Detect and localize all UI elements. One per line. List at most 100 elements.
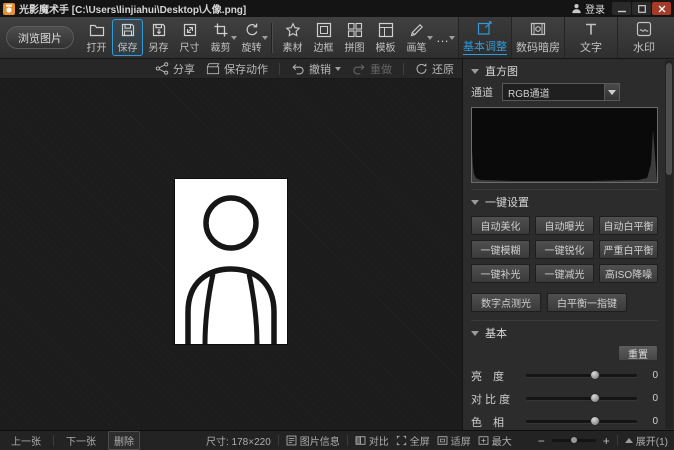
tool-open[interactable]: 打开 — [81, 19, 112, 56]
restore-label: 还原 — [432, 63, 454, 76]
high-iso-denoise-button[interactable]: 高ISO降噪 — [599, 264, 658, 283]
channel-select[interactable]: RGB通道 — [502, 83, 620, 101]
share-button[interactable]: 分享 — [155, 61, 195, 77]
channel-label: 通道 — [471, 87, 493, 99]
scrollbar-thumb[interactable] — [666, 63, 672, 175]
delete-button[interactable]: 删除 — [108, 431, 140, 450]
slider-thumb[interactable] — [590, 416, 601, 426]
brightness-slider[interactable] — [526, 370, 637, 380]
browse-images-button[interactable]: 浏览图片 — [6, 26, 74, 49]
hue-slider[interactable] — [526, 416, 637, 426]
zoom-slider-thumb[interactable] — [570, 436, 579, 444]
brightness-label: 亮 度 — [471, 370, 504, 383]
minimize-button[interactable] — [612, 2, 631, 15]
tab-basic-adjust[interactable]: 基本调整 — [458, 17, 511, 58]
tool-label: 素材 — [282, 43, 303, 54]
auto-white-balance-button[interactable]: 自动白平衡 — [599, 216, 658, 235]
info-icon — [286, 435, 297, 446]
tool-crop[interactable]: 裁剪 — [205, 19, 237, 56]
toolbar-separator — [271, 22, 273, 53]
brightness-slider-row: 亮 度 0 — [471, 364, 658, 387]
tool-save-as[interactable]: 另存 — [143, 19, 174, 56]
chevron-down-icon[interactable] — [262, 36, 268, 43]
oneclick-blur-button[interactable]: 一键模糊 — [471, 240, 530, 259]
tool-material[interactable]: 素材 — [277, 19, 308, 56]
chevron-down-icon[interactable] — [604, 84, 619, 100]
app-window: 光影魔术手 [C:\Users\linjiahui\Desktop\人像.png… — [0, 0, 674, 450]
oneclick-sharpen-button[interactable]: 一键锐化 — [535, 240, 594, 259]
tab-darkroom[interactable]: 数码暗房 — [511, 17, 564, 58]
oneclick-section-header[interactable]: 一键设置 — [471, 191, 658, 213]
tool-label: 画笔 — [406, 43, 427, 54]
chevron-down-icon[interactable] — [335, 66, 341, 74]
tab-label: 水印 — [633, 41, 655, 54]
fit-screen-icon — [437, 435, 448, 446]
tool-brush[interactable]: 画笔 — [401, 19, 433, 56]
watermark-icon — [636, 21, 652, 37]
close-button[interactable] — [652, 2, 671, 15]
compare-button[interactable]: 对比 — [355, 433, 389, 448]
actual-size-button[interactable]: 最大 — [478, 433, 512, 448]
person-placeholder-icon — [175, 179, 287, 344]
zoom-in-button[interactable]: + — [603, 435, 610, 447]
contrast-slider[interactable] — [526, 393, 637, 403]
tool-resize[interactable]: 尺寸 — [174, 19, 205, 56]
zoom-out-button[interactable]: − — [538, 435, 545, 447]
oneclick-dim-light-button[interactable]: 一键减光 — [535, 264, 594, 283]
chevron-down-icon[interactable] — [449, 36, 455, 43]
tool-collage[interactable]: 拼图 — [339, 19, 370, 56]
oneclick-fill-light-button[interactable]: 一键补光 — [471, 264, 530, 283]
image-info-button[interactable]: 图片信息 — [286, 433, 340, 448]
histogram-section-header[interactable]: 直方图 — [471, 60, 658, 82]
more-icon: … — [436, 29, 450, 45]
separator — [616, 435, 618, 446]
fit-screen-label: 适屏 — [450, 437, 471, 448]
tool-frame[interactable]: 边框 — [308, 19, 339, 56]
tool-rotate[interactable]: 旋转 — [236, 19, 268, 56]
basic-section-header[interactable]: 基本 — [471, 322, 658, 344]
previous-image-button[interactable]: 上一张 — [6, 432, 46, 449]
photo-portrait[interactable] — [175, 179, 287, 344]
restore-button[interactable]: 还原 — [415, 61, 454, 77]
fit-screen-button[interactable]: 适屏 — [437, 433, 471, 448]
text-icon — [583, 21, 599, 37]
white-balance-one-key-button[interactable]: 白平衡一指键 — [547, 293, 627, 312]
tool-template[interactable]: 模板 — [370, 19, 401, 56]
redo-button[interactable]: 重做 — [352, 61, 392, 77]
tool-label: 尺寸 — [179, 43, 200, 54]
tab-watermark[interactable]: 水印 — [617, 17, 670, 58]
folder-open-icon — [89, 21, 105, 38]
save-action-button[interactable]: 保存动作 — [206, 61, 268, 77]
next-image-button[interactable]: 下一张 — [61, 432, 101, 449]
login-button[interactable]: 登录 — [571, 1, 605, 16]
save-icon — [120, 21, 136, 38]
frame-icon — [316, 21, 332, 38]
fullscreen-button[interactable]: 全屏 — [396, 433, 430, 448]
collapse-triangle-icon — [471, 199, 479, 205]
expand-panel-button[interactable]: 展开(1) — [624, 433, 668, 448]
tool-label: 旋转 — [241, 43, 262, 54]
slider-thumb[interactable] — [590, 393, 601, 403]
tool-save[interactable]: 保存 — [112, 19, 143, 56]
auto-exposure-button[interactable]: 自动曝光 — [535, 216, 594, 235]
tool-label: 裁剪 — [210, 43, 231, 54]
reset-button[interactable]: 重置 — [618, 345, 658, 361]
hue-value: 0 — [652, 416, 658, 427]
tab-label: 基本调整 — [463, 38, 507, 55]
more-tools-button[interactable]: … — [432, 19, 455, 56]
severe-white-balance-button[interactable]: 严重白平衡 — [599, 240, 658, 259]
slider-thumb[interactable] — [590, 370, 601, 380]
digital-spot-metering-button[interactable]: 数字点测光 — [471, 293, 541, 312]
resize-icon — [182, 21, 198, 38]
panel-scrollbar[interactable] — [665, 60, 673, 429]
tool-label: 打开 — [86, 43, 107, 54]
hue-label: 色 相 — [471, 416, 504, 429]
tab-text[interactable]: 文字 — [564, 17, 617, 58]
undo-button[interactable]: 撤销 — [291, 61, 341, 77]
contrast-value: 0 — [652, 393, 658, 404]
canvas — [0, 79, 462, 430]
window-title: 光影魔术手 [C:\Users\linjiahui\Desktop\人像.png… — [19, 5, 247, 16]
maximize-button[interactable] — [632, 2, 651, 15]
auto-beautify-button[interactable]: 自动美化 — [471, 216, 530, 235]
zoom-slider[interactable] — [551, 436, 596, 444]
